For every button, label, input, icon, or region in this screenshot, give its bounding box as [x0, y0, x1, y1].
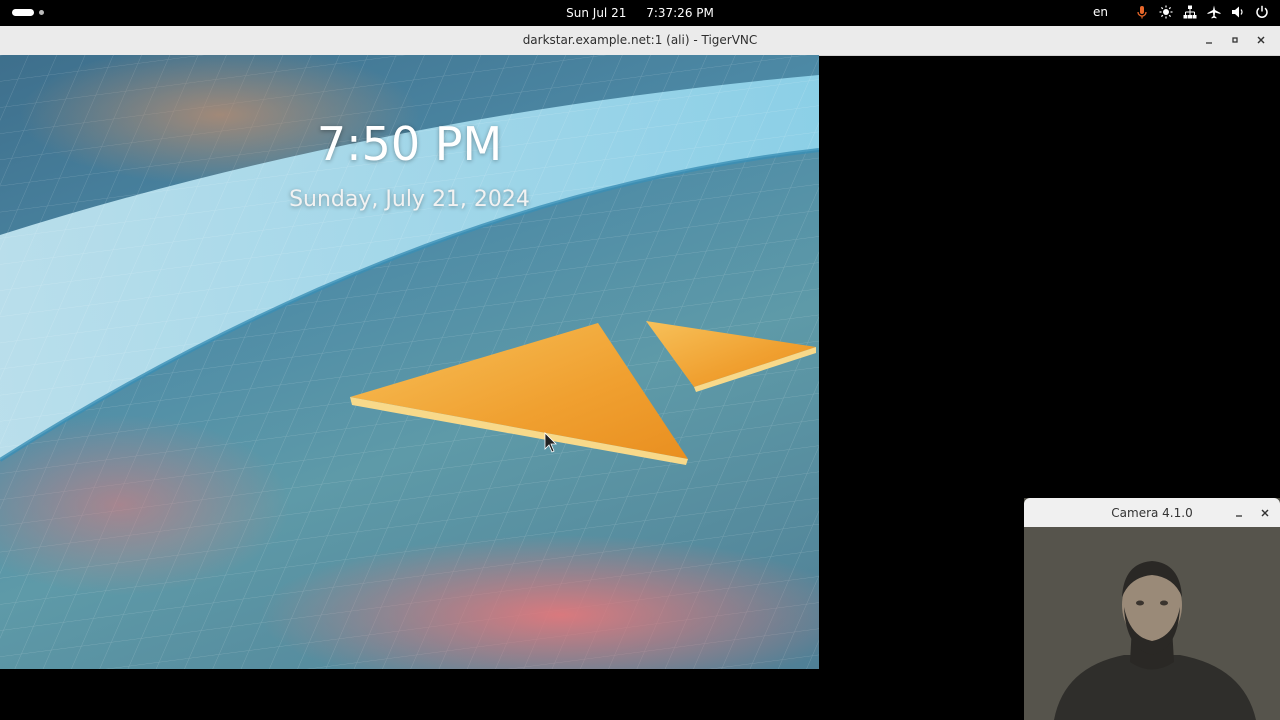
- microphone-icon[interactable]: [1134, 4, 1150, 20]
- camera-feed: [1024, 527, 1280, 720]
- remote-desktop-view[interactable]: 7:50 PM Sunday, July 21, 2024: [0, 55, 819, 669]
- airplane-mode-icon[interactable]: [1206, 4, 1222, 20]
- lock-screen-date: Sunday, July 21, 2024: [289, 187, 530, 212]
- vnc-window-titlebar[interactable]: darkstar.example.net:1 (ali) - TigerVNC: [0, 26, 1280, 56]
- lock-screen-time: 7:50 PM: [316, 117, 503, 171]
- vnc-window-title: darkstar.example.net:1 (ali) - TigerVNC: [522, 33, 758, 47]
- brightness-icon[interactable]: [1158, 4, 1174, 20]
- vnc-window-controls: [1198, 31, 1272, 49]
- clock-date: Sun Jul 21: [566, 6, 627, 20]
- close-button[interactable]: [1250, 31, 1272, 49]
- camera-window-titlebar[interactable]: Camera 4.1.0: [1024, 498, 1280, 527]
- camera-window-controls: [1228, 504, 1276, 522]
- volume-icon[interactable]: [1230, 4, 1246, 20]
- minimize-button[interactable]: [1198, 31, 1220, 49]
- camera-minimize-button[interactable]: [1228, 504, 1250, 522]
- system-tray: en: [1093, 4, 1270, 20]
- close-icon: [1261, 509, 1269, 517]
- language-indicator[interactable]: en: [1093, 5, 1108, 19]
- minimize-icon: [1206, 42, 1212, 44]
- maximize-button[interactable]: [1224, 31, 1246, 49]
- clock-time: 7:37:26 PM: [646, 6, 714, 20]
- clock[interactable]: Sun Jul 21 7:37:26 PM: [0, 6, 1280, 20]
- minimize-icon: [1236, 515, 1242, 517]
- camera-close-button[interactable]: [1254, 504, 1276, 522]
- top-bar: Sun Jul 21 7:37:26 PM en: [0, 0, 1280, 26]
- close-icon: [1257, 36, 1265, 44]
- network-icon[interactable]: [1182, 4, 1198, 20]
- power-icon[interactable]: [1254, 4, 1270, 20]
- person-image: [1024, 527, 1280, 720]
- maximize-icon: [1232, 37, 1238, 43]
- camera-window[interactable]: Camera 4.1.0: [1024, 498, 1280, 720]
